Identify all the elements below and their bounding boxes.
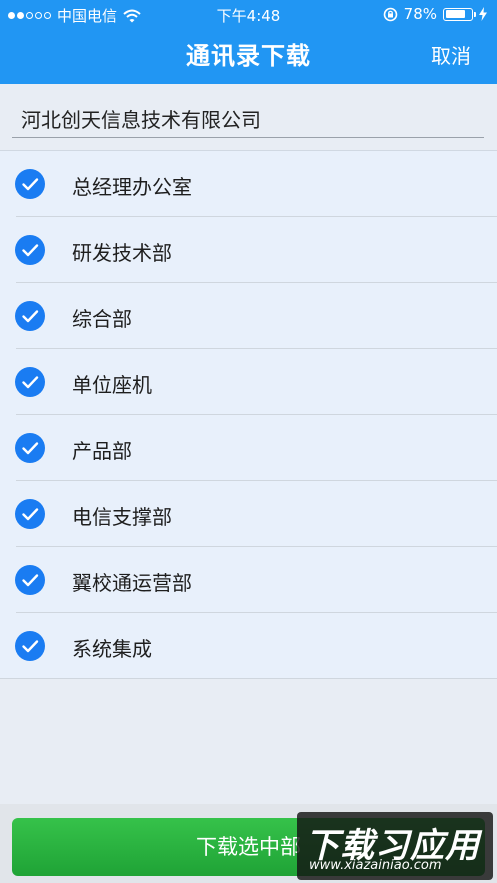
department-label: 产品部 <box>72 439 132 463</box>
cancel-button[interactable]: 取消 <box>431 40 471 69</box>
department-row[interactable]: 产品部 <box>0 415 497 481</box>
department-row[interactable]: 研发技术部 <box>0 217 497 283</box>
rotation-lock-icon <box>383 7 397 21</box>
watermark: 下载习应用 www.xiazainiao.com <box>297 812 493 880</box>
checkmark-icon[interactable] <box>15 433 45 463</box>
department-label: 研发技术部 <box>72 241 172 265</box>
checkmark-icon[interactable] <box>15 235 45 265</box>
checkmark-icon[interactable] <box>15 565 45 595</box>
company-name: 河北创天信息技术有限公司 <box>21 108 261 132</box>
battery-fill <box>445 10 465 18</box>
checkmark-icon[interactable] <box>15 301 45 331</box>
checkmark-icon[interactable] <box>15 367 45 397</box>
checkmark-icon[interactable] <box>15 499 45 529</box>
department-row[interactable]: 翼校通运营部 <box>0 547 497 613</box>
department-row[interactable]: 单位座机 <box>0 349 497 415</box>
status-bar: 中国电信 下午4:48 78% <box>0 0 497 28</box>
department-list: 总经理办公室 研发技术部综合部单位座机产品部电信支撑部翼校通运营部 系统集成 <box>0 150 497 679</box>
department-label: 系统集成 <box>72 637 152 661</box>
checkmark-icon[interactable] <box>15 631 45 661</box>
battery-percent: 78% <box>403 5 437 23</box>
charging-icon <box>479 7 487 21</box>
department-row[interactable]: 综合部 <box>0 283 497 349</box>
company-divider <box>12 137 484 138</box>
department-row[interactable]: 系统集成 <box>0 613 497 679</box>
checkmark-icon[interactable] <box>15 169 45 199</box>
department-row[interactable]: 总经理办公室 <box>0 151 497 217</box>
page-title: 通讯录下载 <box>186 42 311 70</box>
battery-icon <box>443 7 476 21</box>
department-label: 单位座机 <box>72 373 152 397</box>
department-label: 综合部 <box>72 307 132 331</box>
department-label: 翼校通运营部 <box>72 571 192 595</box>
watermark-url: www.xiazainiao.com <box>309 858 442 873</box>
navigation-header: 中国电信 下午4:48 78% 通讯录下载 取消 <box>0 0 497 84</box>
department-label: 电信支撑部 <box>72 505 172 529</box>
department-label: 总经理办公室 <box>72 175 192 199</box>
status-right: 78% <box>383 5 487 23</box>
department-row[interactable]: 电信支撑部 <box>0 481 497 547</box>
